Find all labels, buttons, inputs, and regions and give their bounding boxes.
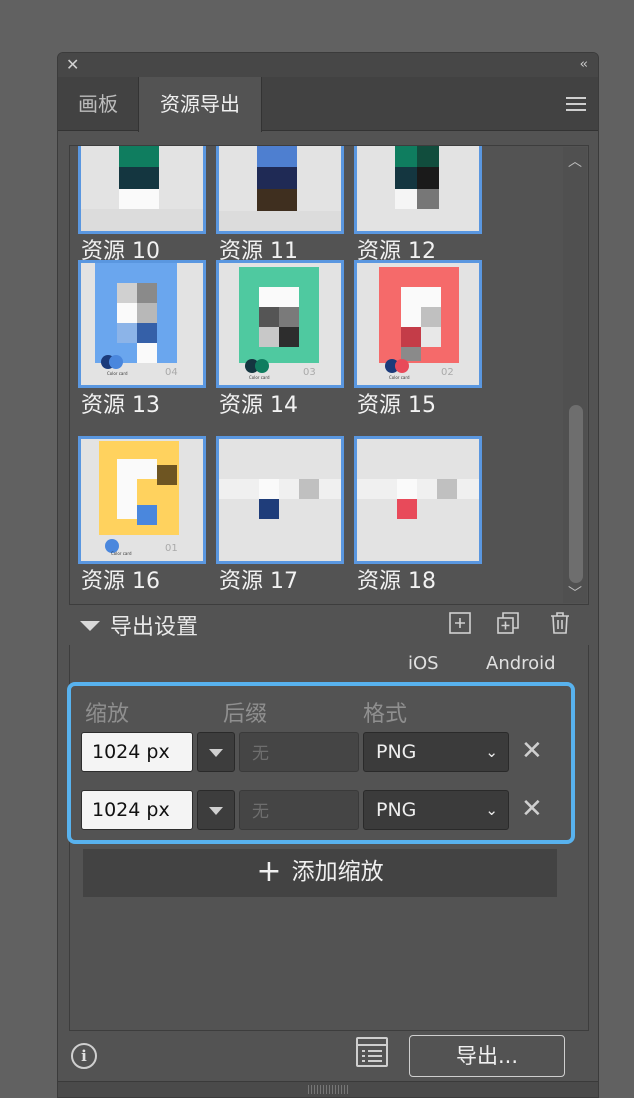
suffix-field[interactable]: 无 [239,790,359,830]
card-number: 04 [165,367,178,378]
asset-grid: 资源 10 资源 11 资源 12 Color card 04 资源 13 Co… [69,145,589,605]
tab-bar: 画板 资源导出 [58,77,598,132]
asset-tile[interactable]: Color card 02 资源 15 [354,260,484,425]
column-format: 格式 [363,702,408,727]
tab-artboards[interactable]: 画板 [58,77,138,131]
disclosure-triangle-icon[interactable] [80,621,100,631]
asset-thumbnail [216,146,344,234]
scrollbar-thumb[interactable] [569,405,583,583]
asset-tile[interactable]: 资源 10 [78,146,208,271]
scale-row: 1024 px 无 PNG ⌄ ✕ [81,790,543,830]
size-dropdown[interactable] [197,790,235,830]
asset-label: 资源 15 [357,393,436,418]
column-scale: 缩放 [85,702,130,727]
color-card-text: Color card [249,375,270,380]
menu-icon[interactable] [566,97,586,113]
chevron-down-icon: ⌄ [485,801,498,819]
title-bar: ✕ ‹‹ [58,53,598,77]
card-number: 01 [165,543,178,554]
dropdown-arrow-icon [209,807,223,815]
asset-label: 资源 14 [219,393,298,418]
asset-tile[interactable]: Color card 04 资源 13 [78,260,208,425]
add-artboard-icon[interactable] [448,611,472,635]
scale-settings: 缩放 后缀 格式 1024 px 无 PNG ⌄ ✕ 1024 px 无 PNG… [67,682,575,844]
remove-icon[interactable]: ✕ [521,792,543,826]
platform-ios[interactable]: iOS [408,653,439,674]
export-settings-title: 导出设置 [110,615,199,640]
platform-android[interactable]: Android [486,653,556,674]
asset-thumbnail [216,436,344,564]
asset-export-panel: ✕ ‹‹ 画板 资源导出 资源 10 资源 11 资源 12 Color car… [57,52,599,1098]
plus-icon: + [256,854,282,889]
duplicate-icon[interactable] [496,611,520,635]
list-icon[interactable] [356,1037,388,1067]
asset-label: 资源 18 [357,569,436,594]
asset-thumbnail: Color card 03 [216,260,344,388]
asset-label: 资源 13 [81,393,160,418]
format-select[interactable]: PNG ⌄ [363,732,509,772]
color-card-text: Color card [389,375,410,380]
export-button[interactable]: 导出... [409,1035,565,1077]
asset-thumbnail [354,146,482,234]
add-scale-button[interactable]: + 添加缩放 [83,849,557,897]
info-icon[interactable]: i [71,1043,97,1069]
format-value: PNG [376,799,417,821]
asset-label: 资源 16 [81,569,160,594]
size-field[interactable]: 1024 px [81,732,193,772]
export-settings-header: 导出设置 [58,603,598,647]
resize-grip[interactable] [58,1081,598,1097]
card-number: 03 [303,367,316,378]
remove-icon[interactable]: ✕ [521,734,543,768]
asset-thumbnail: Color card 04 [78,260,206,388]
asset-tile[interactable]: 资源 18 [354,436,484,601]
collapse-icon[interactable]: ‹‹ [580,56,589,74]
suffix-field[interactable]: 无 [239,732,359,772]
size-dropdown[interactable] [197,732,235,772]
asset-thumbnail [354,436,482,564]
chevron-down-icon: ⌄ [485,743,498,761]
asset-tile[interactable]: 资源 12 [354,146,484,271]
scroll-up-icon[interactable]: ︿ [568,151,582,171]
close-icon[interactable]: ✕ [66,56,79,74]
scale-row: 1024 px 无 PNG ⌄ ✕ [81,732,543,772]
dropdown-arrow-icon [209,749,223,757]
asset-tile[interactable]: 资源 17 [216,436,346,601]
asset-thumbnail: Color card 02 [354,260,482,388]
asset-tile[interactable]: 资源 11 [216,146,346,271]
tab-asset-export[interactable]: 资源导出 [138,77,262,132]
color-card-text: Color card [107,371,128,376]
asset-tile[interactable]: Color card 01 资源 16 [78,436,208,601]
add-scale-label: 添加缩放 [291,859,384,885]
column-suffix: 后缀 [223,702,268,727]
asset-label: 资源 17 [219,569,298,594]
scroll-down-icon[interactable]: ﹀ [568,583,582,603]
asset-tile[interactable]: Color card 03 资源 14 [216,260,346,425]
format-value: PNG [376,741,417,763]
size-field[interactable]: 1024 px [81,790,193,830]
color-card-text: Color card [111,551,132,556]
scrollbar[interactable]: ︿ ﹀ [563,147,587,603]
card-number: 02 [441,367,454,378]
asset-thumbnail [78,146,206,234]
format-select[interactable]: PNG ⌄ [363,790,509,830]
asset-thumbnail: Color card 01 [78,436,206,564]
trash-icon[interactable] [548,611,572,635]
